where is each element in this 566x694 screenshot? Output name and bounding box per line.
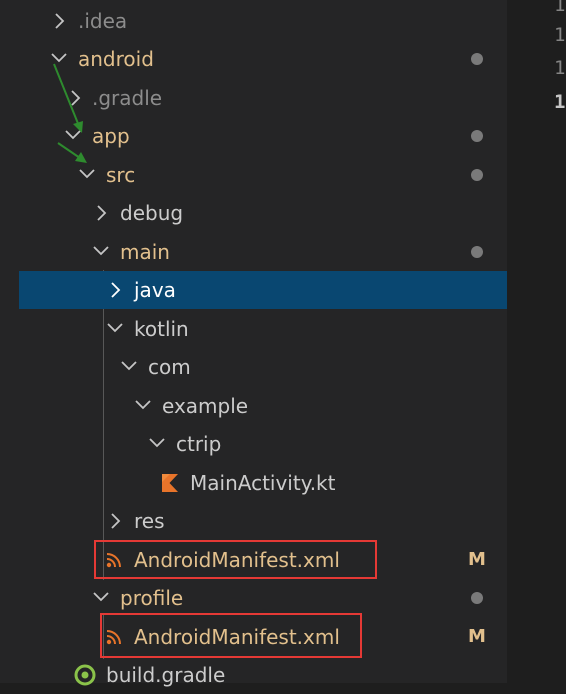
line-number: 1 bbox=[554, 24, 566, 46]
line-number: 1 bbox=[554, 91, 566, 113]
annotation-arrow bbox=[53, 63, 87, 163]
editor-gutter: 1 1 1 1 bbox=[507, 0, 566, 683]
line-number: 1 bbox=[554, 0, 566, 16]
explorer-panel: .idea android .gradle app src debug main… bbox=[0, 0, 507, 687]
line-number: 1 bbox=[554, 57, 566, 79]
